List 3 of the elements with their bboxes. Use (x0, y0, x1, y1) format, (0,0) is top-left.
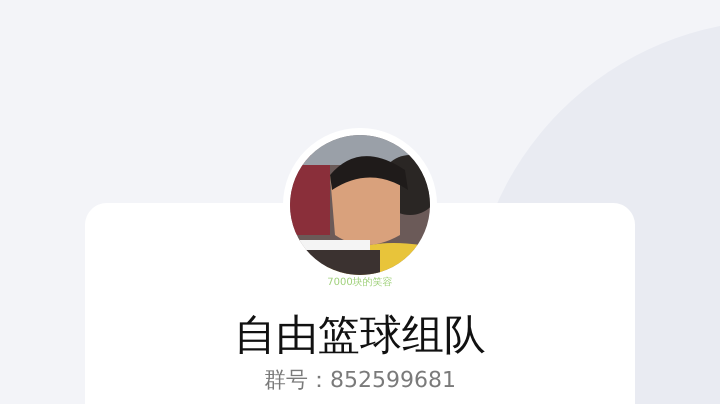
avatar-caption: 7000块的笑容 (327, 278, 393, 288)
group-name: 自由篮球组队 (234, 314, 486, 356)
group-number: 群号：852599681 (264, 370, 456, 392)
